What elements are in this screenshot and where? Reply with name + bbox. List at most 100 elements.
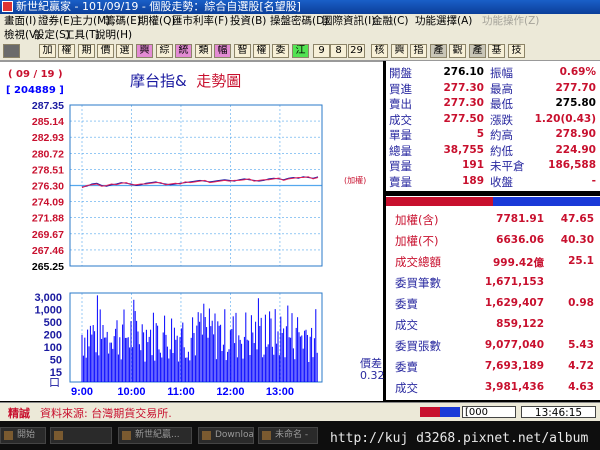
x-tick-label: 10:00	[117, 386, 145, 398]
quote-value: 277.30	[443, 97, 484, 109]
menu-item[interactable]: 投資(B)	[230, 14, 266, 28]
status-color-bar	[420, 407, 460, 417]
menu-item[interactable]: 國際資訊(I)	[322, 14, 375, 28]
toolbar-button[interactable]: 類	[195, 44, 212, 58]
toolbar-button[interactable]: 核	[371, 44, 388, 58]
buy-ratio-bar	[386, 197, 493, 206]
quote-value: 277.70	[555, 81, 596, 94]
menu-item[interactable]: 匯市利率(F)	[172, 14, 228, 28]
x-tick-label: 12:00	[216, 386, 244, 398]
stat-label: 成交	[395, 318, 418, 332]
y-tick-label: 271.88	[32, 213, 64, 225]
toolbar-button[interactable]: 權	[253, 44, 270, 58]
quote-label: 單量	[389, 128, 412, 142]
menu-bar-secondary: 檢視(V) 設定(S) 工具(T) 說明(H)	[0, 28, 600, 43]
window-title: 新世紀贏家 - 101/09/19 - 個股走勢：綜合自選股[名望股]	[16, 0, 301, 13]
menu-item[interactable]: 金融(C)	[372, 14, 409, 28]
toolbar-button[interactable]: 加	[39, 44, 56, 58]
toolbar-button[interactable]: 綜	[156, 44, 173, 58]
toolbar-button[interactable]: 委	[272, 44, 289, 58]
taskbar-button[interactable]: 開始	[0, 427, 46, 444]
toolbar-button[interactable]: 技	[508, 44, 525, 58]
menu-item[interactable]: 證券(E)	[38, 14, 74, 28]
y-tick-label: 276.30	[32, 181, 64, 193]
stat-value: 1,671,153	[484, 276, 544, 288]
menu-item[interactable]: 期權(Q)	[138, 14, 175, 28]
toolbar-button[interactable]: 期	[78, 44, 95, 58]
quote-label: 成交	[389, 112, 412, 127]
menu-item[interactable]: 功能選擇(A)	[415, 14, 472, 28]
app-icon	[202, 431, 211, 440]
stat-value-secondary: 4.72	[568, 360, 594, 372]
taskbar-button[interactable]: Downloads	[198, 427, 254, 444]
status-code-field: [000	[462, 406, 516, 418]
menu-item[interactable]: 功能操作(Z)	[482, 14, 539, 28]
status-bar: 精誠 資料來源: 台灣期貨交易所. [000 13:46:15	[0, 402, 600, 421]
y-tick-label: 269.67	[32, 229, 64, 241]
data-source-text: 資料來源: 台灣期貨交易所.	[40, 407, 172, 420]
stat-label: 委賣	[395, 297, 418, 311]
quote-label: 振幅	[490, 66, 513, 80]
quote-label: 開盤	[389, 66, 412, 80]
app-icon	[122, 431, 131, 440]
taskbar-button[interactable]: 未命名 -	[258, 427, 318, 444]
toolbar-button[interactable]: 29	[348, 44, 365, 58]
menu-item[interactable]: 說明(H)	[95, 28, 132, 42]
stat-value: 9,077,040	[484, 339, 544, 351]
toolbar-button[interactable]: 8	[330, 44, 347, 58]
stat-value-secondary: 4.63	[568, 381, 594, 393]
quote-label: 約低	[490, 143, 513, 158]
toolbar: 加權期價選興綜統類幅智權委江 9 8 29 核興指產觀產基技	[0, 42, 600, 61]
toolbar-button[interactable]: 產	[430, 44, 447, 58]
quote-value: 277.30	[443, 81, 484, 94]
chart-title-sub: 走勢圖	[196, 72, 242, 90]
toolbar-button[interactable]	[3, 44, 20, 58]
buy-sell-split-bar	[386, 196, 600, 207]
quote-label: 漲跌	[490, 112, 513, 127]
quote-value: 1.20(0.43)	[534, 112, 596, 125]
index-tag-label: (加權)	[344, 176, 367, 185]
app-icon	[2, 1, 13, 12]
taskbar-button-label: 新世紀贏...	[135, 430, 180, 440]
toolbar-button[interactable]: 選	[116, 44, 133, 58]
x-tick-label: 11:00	[167, 386, 195, 398]
toolbar-button[interactable]: 9	[313, 44, 330, 58]
stat-value: 859,122	[496, 318, 544, 330]
trend-chart: 287.35 285.14 282.93 280.72 278.51 276.30 274.…	[32, 100, 323, 398]
quote-value: 278.90	[555, 128, 596, 140]
x-tick-label: 13:00	[266, 386, 294, 398]
stat-value: 7,693,189	[484, 360, 544, 372]
quote-label: 買量	[389, 159, 412, 173]
stat-value: 3,981,436	[484, 381, 544, 393]
toolbar-button[interactable]: 權	[58, 44, 75, 58]
stat-label: 加權(不)	[395, 234, 439, 248]
taskbar-button[interactable]	[50, 427, 112, 444]
quote-panel: 開盤 276.10 振幅 0.69% 買進 277.30 最高 277.70 賣出 277.30 最…	[386, 61, 600, 191]
menu-item[interactable]: 操盤密碼(D)	[270, 14, 328, 28]
chart-title: 摩台指& 走勢圖	[130, 70, 241, 91]
toolbar-button[interactable]: 興	[391, 44, 408, 58]
toolbar-button[interactable]: 興	[136, 44, 153, 58]
toolbar-button[interactable]: 產	[469, 44, 486, 58]
menu-item[interactable]: 畫面(I)	[4, 14, 36, 28]
quote-label: 買進	[389, 81, 412, 96]
stat-value-secondary: 0.98	[568, 297, 594, 309]
toolbar-button[interactable]: 統	[175, 44, 192, 58]
toolbar-button[interactable]: 觀	[449, 44, 466, 58]
y-tick-label: 287.35	[32, 100, 64, 112]
toolbar-button[interactable]: 指	[410, 44, 427, 58]
quote-value: 189	[462, 174, 484, 187]
quote-label: 賣出	[389, 97, 412, 111]
volume-tick-label: 1,000	[34, 304, 62, 316]
quote-label: 賣量	[389, 174, 412, 189]
stat-label: 成交總額	[395, 255, 441, 269]
volume-tick-label: 200	[44, 329, 62, 341]
taskbar-button[interactable]: 新世紀贏...	[118, 427, 192, 444]
toolbar-button[interactable]: 智	[234, 44, 251, 58]
volume-tick-label: 100	[44, 342, 62, 354]
toolbar-button[interactable]: 基	[488, 44, 505, 58]
toolbar-button[interactable]: 價	[97, 44, 114, 58]
menu-item[interactable]: 籌碼(E)	[105, 14, 141, 28]
toolbar-button[interactable]: 幅	[214, 44, 231, 58]
toolbar-button[interactable]: 江	[292, 44, 309, 58]
